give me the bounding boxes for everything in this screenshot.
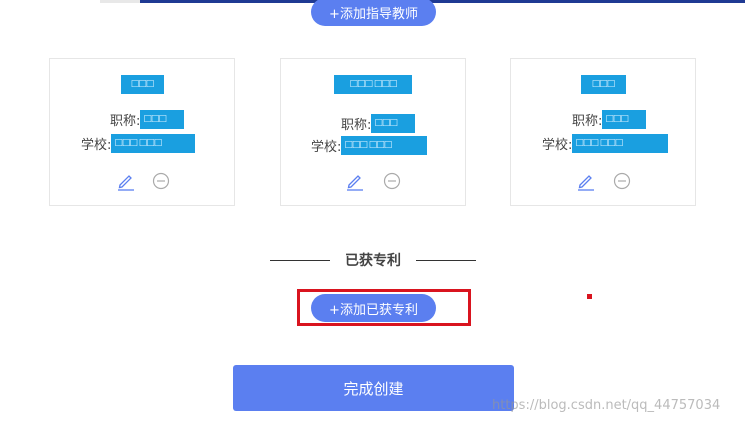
edit-icon[interactable] [345, 171, 365, 191]
edit-icon[interactable] [576, 171, 596, 191]
school-value-redacted: □□□ □□□ [572, 133, 669, 153]
teacher-name-redacted: □□□ □□□ [334, 75, 412, 94]
annotation-dot [587, 294, 592, 299]
teacher-name-redacted: □□□ [120, 75, 164, 94]
title-label: 职称: [110, 113, 141, 129]
patent-section-header: 已获专利 [270, 249, 476, 271]
section-rule-left [270, 259, 330, 261]
add-teacher-button[interactable]: +添加指导教师 [311, 0, 436, 26]
finish-create-button[interactable]: 完成创建 [233, 365, 514, 411]
remove-icon[interactable] [151, 171, 171, 191]
title-label: 职称: [341, 117, 372, 133]
section-rule-right [416, 259, 476, 261]
school-label: 学校: [81, 137, 112, 153]
teacher-card: □□□ 职称: □□□ 学校: □□□ □□□ [510, 58, 696, 206]
edit-icon[interactable] [116, 171, 136, 191]
teacher-card: □□□ 职称: □□□ 学校: □□□ □□□ [49, 58, 235, 206]
add-patent-button[interactable]: +添加已获专利 [311, 294, 436, 322]
title-label: 职称: [572, 113, 603, 129]
title-value-redacted: □□□ [602, 109, 647, 129]
remove-icon[interactable] [382, 171, 402, 191]
school-value-redacted: □□□ □□□ [341, 135, 428, 155]
remove-icon[interactable] [612, 171, 632, 191]
top-divider-blue [140, 0, 745, 3]
title-value-redacted: □□□ [140, 109, 185, 129]
section-title: 已获专利 [345, 253, 401, 269]
school-label: 学校: [311, 139, 342, 155]
top-divider-gray [100, 0, 140, 3]
teacher-name-redacted: □□□ [580, 75, 626, 94]
teacher-card: □□□ □□□ 职称: □□□ 学校: □□□ □□□ [280, 58, 466, 206]
school-value-redacted: □□□ □□□ [111, 133, 196, 153]
school-label: 学校: [542, 137, 573, 153]
watermark: https://blog.csdn.net/qq_44757034 [492, 398, 721, 413]
title-value-redacted: □□□ [371, 113, 416, 133]
